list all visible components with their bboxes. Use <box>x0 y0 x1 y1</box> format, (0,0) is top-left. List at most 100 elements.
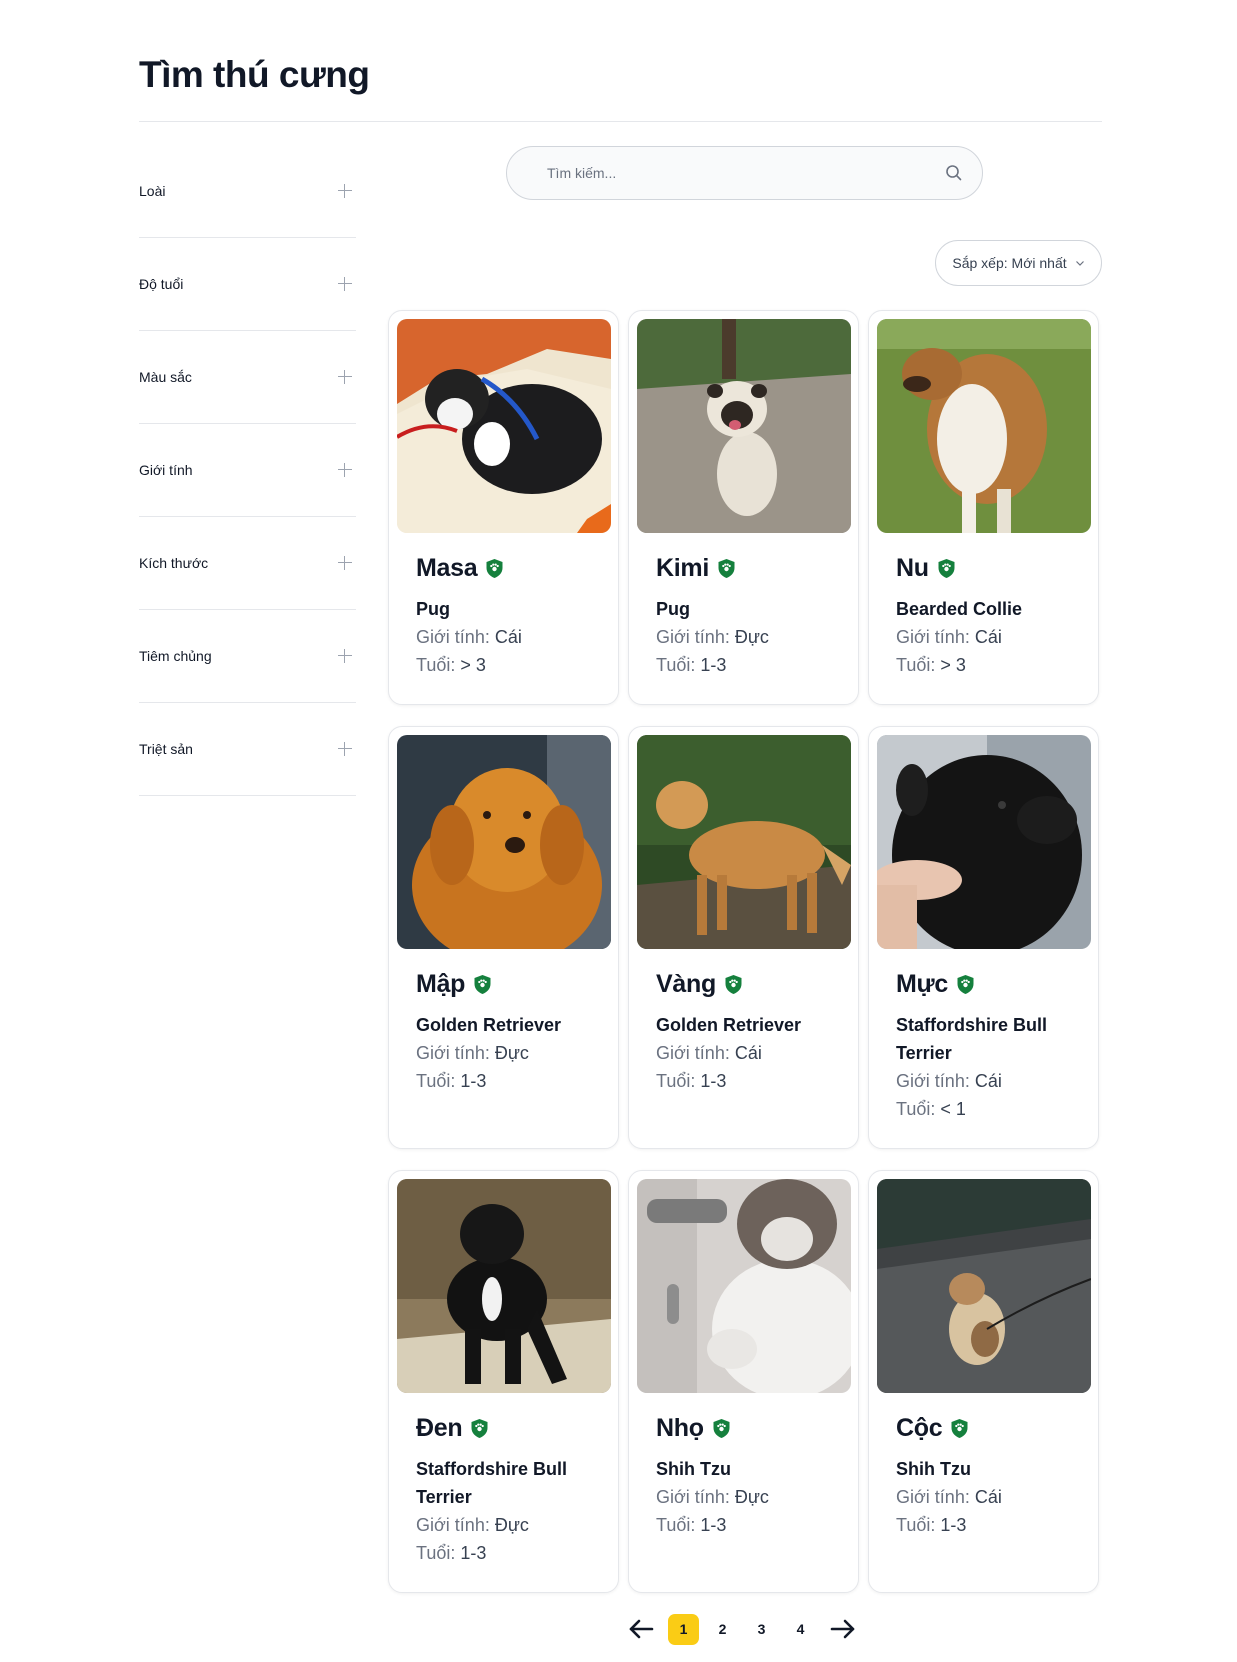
pet-card[interactable]: Vàng Golden Retriever Giới tính: Cái Tuổ… <box>628 726 859 1149</box>
pet-name: Mập <box>416 969 466 998</box>
page-3-button[interactable]: 3 <box>746 1614 777 1645</box>
age-value: 1-3 <box>700 1071 727 1091</box>
pet-age: Tuổi: 1-3 <box>656 1511 850 1539</box>
age-label: Tuổi: <box>416 1543 461 1563</box>
pet-photo <box>877 319 1091 533</box>
verified-shield-icon <box>938 558 955 578</box>
pagination: 1 2 3 4 <box>626 1612 858 1646</box>
age-label: Tuổi: <box>656 655 701 675</box>
gender-label: Giới tính: <box>896 1071 975 1091</box>
verified-shield-icon <box>471 1418 488 1438</box>
pet-card[interactable]: Mực Staffordshire Bull Terrier Giới tính… <box>868 726 1099 1149</box>
pet-age: Tuổi: 1-3 <box>656 1067 850 1095</box>
filter-label: Loài <box>139 182 166 199</box>
filter-label: Triệt sản <box>139 740 193 757</box>
pet-photo <box>397 735 611 949</box>
filter-sidebar: Loài Độ tuổi Màu sắc Giới tính Kích thướ… <box>139 145 356 796</box>
filter-label: Giới tính <box>139 461 193 478</box>
verified-shield-icon <box>486 558 503 578</box>
filter-vaccination[interactable]: Tiêm chủng <box>139 610 356 703</box>
gender-value: Cái <box>974 1071 1002 1091</box>
pet-breed: Shih Tzu <box>656 1459 731 1479</box>
verified-shield-icon <box>718 558 735 578</box>
pet-card[interactable]: Nu Bearded Collie Giới tính: Cái Tuổi: >… <box>868 310 1099 705</box>
filter-color[interactable]: Màu sắc <box>139 331 356 424</box>
next-page-button[interactable] <box>828 1614 858 1644</box>
pet-photo <box>637 1179 851 1393</box>
plus-icon <box>338 370 352 384</box>
filter-species[interactable]: Loài <box>139 145 356 238</box>
page-2-button[interactable]: 2 <box>707 1614 738 1645</box>
pet-card[interactable]: Masa Pug Giới tính: Cái Tuổi: > 3 <box>388 310 619 705</box>
pet-gender: Giới tính: Đực <box>416 1039 610 1067</box>
gender-value: Cái <box>974 627 1002 647</box>
pet-name: Nhọ <box>656 1413 704 1442</box>
pet-breed: Golden Retriever <box>656 1015 802 1035</box>
pet-age: Tuổi: > 3 <box>896 651 1090 679</box>
filter-size[interactable]: Kích thước <box>139 517 356 610</box>
age-label: Tuổi: <box>896 1515 941 1535</box>
age-value: 1-3 <box>460 1543 487 1563</box>
filter-gender[interactable]: Giới tính <box>139 424 356 517</box>
filter-label: Màu sắc <box>139 368 192 385</box>
gender-value: Cái <box>494 627 522 647</box>
pet-name: Kimi <box>656 553 709 582</box>
age-value: 1-3 <box>700 1515 727 1535</box>
pet-gender: Giới tính: Đực <box>416 1511 610 1539</box>
age-value: > 3 <box>940 655 966 675</box>
gender-label: Giới tính: <box>416 1515 495 1535</box>
gender-label: Giới tính: <box>656 627 735 647</box>
verified-shield-icon <box>713 1418 730 1438</box>
pet-card[interactable]: Nhọ Shih Tzu Giới tính: Đực Tuổi: 1-3 <box>628 1170 859 1593</box>
pet-photo <box>877 735 1091 949</box>
age-label: Tuổi: <box>416 1071 461 1091</box>
gender-label: Giới tính: <box>896 627 975 647</box>
filter-age[interactable]: Độ tuổi <box>139 238 356 331</box>
pet-breed: Staffordshire Bull Terrier <box>896 1015 1048 1063</box>
search-input[interactable] <box>547 165 944 181</box>
sort-label: Sắp xếp: Mới nhất <box>952 255 1067 271</box>
prev-page-button[interactable] <box>626 1614 656 1644</box>
gender-value: Đực <box>734 1487 769 1507</box>
pet-breed: Pug <box>656 599 690 619</box>
page-4-button[interactable]: 4 <box>785 1614 816 1645</box>
pet-grid: Masa Pug Giới tính: Cái Tuổi: > 3 Kimi P… <box>388 310 1102 1593</box>
gender-value: Cái <box>734 1043 762 1063</box>
page-1-button[interactable]: 1 <box>668 1613 699 1645</box>
pet-card[interactable]: Đen Staffordshire Bull Terrier Giới tính… <box>388 1170 619 1593</box>
age-label: Tuổi: <box>656 1515 701 1535</box>
search-icon[interactable] <box>944 163 964 183</box>
gender-value: Cái <box>974 1487 1002 1507</box>
arrow-right-icon <box>830 1619 855 1639</box>
pet-gender: Giới tính: Đực <box>656 1483 850 1511</box>
pet-card[interactable]: Mập Golden Retriever Giới tính: Đực Tuổi… <box>388 726 619 1149</box>
gender-value: Đực <box>494 1043 529 1063</box>
pet-age: Tuổi: < 1 <box>896 1095 1090 1123</box>
filter-neutered[interactable]: Triệt sản <box>139 703 356 796</box>
age-value: 1-3 <box>460 1071 487 1091</box>
arrow-left-icon <box>629 1619 654 1639</box>
plus-icon <box>338 277 352 291</box>
pet-breed: Staffordshire Bull Terrier <box>416 1459 568 1507</box>
age-label: Tuổi: <box>896 1099 941 1119</box>
verified-shield-icon <box>725 974 742 994</box>
pet-age: Tuổi: > 3 <box>416 651 610 679</box>
pet-age: Tuổi: 1-3 <box>656 651 850 679</box>
filter-label: Kích thước <box>139 554 209 571</box>
pet-breed: Shih Tzu <box>896 1459 971 1479</box>
pet-gender: Giới tính: Cái <box>896 1483 1090 1511</box>
pet-card[interactable]: Kimi Pug Giới tính: Đực Tuổi: 1-3 <box>628 310 859 705</box>
pet-name: Cộc <box>896 1413 943 1442</box>
pet-name: Nu <box>896 553 929 582</box>
age-label: Tuổi: <box>656 1071 701 1091</box>
plus-icon <box>338 184 352 198</box>
pet-card[interactable]: Cộc Shih Tzu Giới tính: Cái Tuổi: 1-3 <box>868 1170 1099 1593</box>
sort-dropdown[interactable]: Sắp xếp: Mới nhất <box>935 240 1102 286</box>
filter-label: Độ tuổi <box>139 275 184 292</box>
pet-gender: Giới tính: Cái <box>656 1039 850 1067</box>
age-label: Tuổi: <box>896 655 941 675</box>
pet-photo <box>397 319 611 533</box>
search-bar <box>506 146 983 200</box>
verified-shield-icon <box>957 974 974 994</box>
verified-shield-icon <box>951 1418 968 1438</box>
